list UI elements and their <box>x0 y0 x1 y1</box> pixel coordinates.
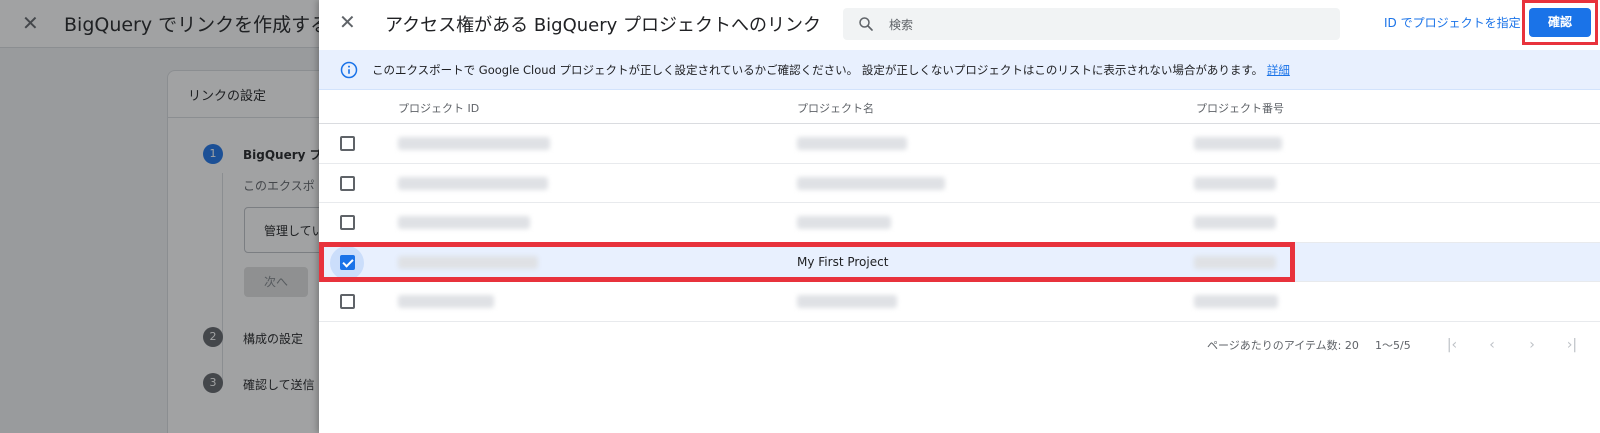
items-per-page-select[interactable]: ページあたりのアイテム数: 20 <box>1207 337 1359 353</box>
table-row[interactable] <box>319 203 1600 243</box>
redacted-project-id <box>398 137 550 150</box>
search-input[interactable]: 検索 <box>843 8 1340 40</box>
info-text: このエクスポートで Google Cloud プロジェクトが正しく設定されている… <box>372 62 1290 78</box>
table-header: プロジェクト ID プロジェクト名 プロジェクト番号 <box>319 90 1600 124</box>
confirm-highlight: 確認 <box>1522 0 1598 45</box>
row-checkbox[interactable] <box>340 294 355 309</box>
panel-title: アクセス権がある BigQuery プロジェクトへのリンク <box>385 15 822 36</box>
page-range: 1〜5/5 <box>1375 339 1411 352</box>
redacted-project-number <box>1194 295 1278 308</box>
table-row[interactable] <box>319 164 1600 203</box>
previous-page-icon[interactable]: ‹ <box>1481 334 1503 356</box>
column-project-name[interactable]: プロジェクト名 <box>797 100 874 116</box>
table-row[interactable] <box>319 282 1600 322</box>
panel-header: ✕ アクセス権がある BigQuery プロジェクトへのリンク 検索 ID でプ… <box>319 0 1600 45</box>
first-page-icon[interactable]: |‹ <box>1441 334 1463 356</box>
column-project-number[interactable]: プロジェクト番号 <box>1196 100 1284 116</box>
project-picker-panel: ✕ アクセス権がある BigQuery プロジェクトへのリンク 検索 ID でプ… <box>319 0 1600 433</box>
info-icon <box>340 61 358 79</box>
close-icon[interactable]: ✕ <box>339 12 356 32</box>
info-message: このエクスポートで Google Cloud プロジェクトが正しく設定されている… <box>372 63 1264 77</box>
redacted-project-number <box>1194 176 1276 190</box>
row-checkbox[interactable] <box>340 175 355 191</box>
last-page-icon[interactable]: ›| <box>1561 334 1583 356</box>
row-checkbox[interactable] <box>340 136 355 151</box>
redacted-project-id <box>398 295 494 308</box>
redacted-project-id <box>398 216 530 229</box>
redacted-project-id <box>398 176 548 190</box>
redacted-project-name <box>797 176 945 190</box>
redacted-project-number <box>1194 216 1276 229</box>
redacted-project-number <box>1194 137 1282 150</box>
learn-more-link[interactable]: 詳細 <box>1267 63 1290 77</box>
info-banner: このエクスポートで Google Cloud プロジェクトが正しく設定されている… <box>319 50 1600 90</box>
redacted-project-name <box>797 137 907 150</box>
confirm-button[interactable]: 確認 <box>1529 8 1591 37</box>
next-page-icon[interactable]: › <box>1521 334 1543 356</box>
selected-row-highlight <box>319 241 1295 282</box>
column-project-id[interactable]: プロジェクト ID <box>398 100 479 116</box>
search-placeholder: 検索 <box>889 18 914 32</box>
redacted-project-name <box>797 295 897 308</box>
redacted-project-name <box>797 216 891 229</box>
table-row[interactable] <box>319 124 1600 164</box>
row-checkbox[interactable] <box>340 215 355 230</box>
search-icon <box>859 17 873 31</box>
project-table: プロジェクト ID プロジェクト名 プロジェクト番号 My First Proj… <box>319 90 1600 322</box>
pagination: ページあたりのアイテム数: 20 1〜5/5 |‹ ‹ › ›| <box>319 330 1600 360</box>
specify-by-id-button[interactable]: ID でプロジェクトを指定 <box>1384 14 1521 31</box>
table-row-selected[interactable]: My First Project <box>319 241 1600 282</box>
